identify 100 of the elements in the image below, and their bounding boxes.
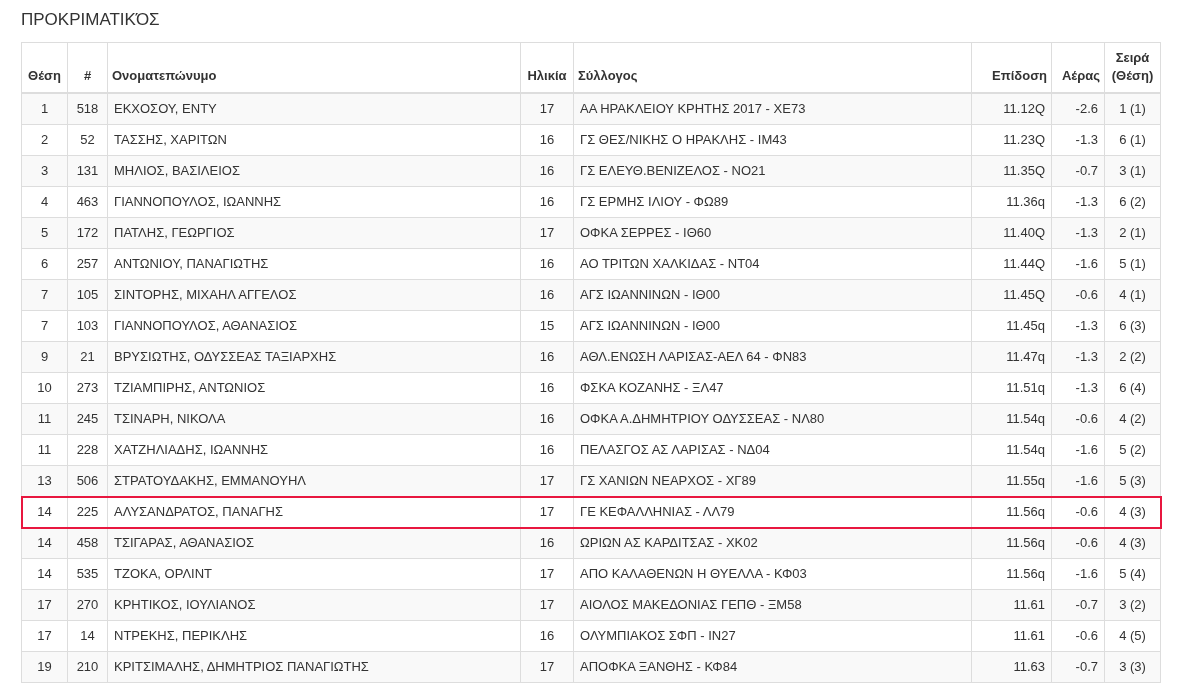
table-cell: ΜΗΛΙΟΣ, ΒΑΣΙΛΕΙΟΣ xyxy=(107,155,521,187)
table-cell: ΚΡΗΤΙΚΟΣ, ΙΟΥΛΙΑΝΟΣ xyxy=(107,589,521,621)
table-cell: 52 xyxy=(67,124,108,156)
table-cell: 11.45Q xyxy=(971,279,1052,311)
table-cell: 11.12Q xyxy=(971,93,1052,125)
table-cell: 17 xyxy=(21,620,68,652)
table-cell: 11.45q xyxy=(971,310,1052,342)
table-cell: 5 (4) xyxy=(1104,558,1161,590)
table-cell: 17 xyxy=(21,589,68,621)
table-cell: -0.6 xyxy=(1051,527,1105,559)
table-cell: 16 xyxy=(520,248,574,280)
table-cell: 11 xyxy=(21,434,68,466)
table-cell: ΣΙΝΤΟΡΗΣ, ΜΙΧΑΗΛ ΑΓΓΕΛΟΣ xyxy=(107,279,521,311)
table-cell: 11.35Q xyxy=(971,155,1052,187)
table-cell: 518 xyxy=(67,93,108,125)
page-title: ΠΡΟΚΡΙΜΑΤΙΚΌΣ xyxy=(21,9,161,31)
table-cell: 14 xyxy=(21,558,68,590)
table-cell: -0.7 xyxy=(1051,589,1105,621)
table-cell: 11.44Q xyxy=(971,248,1052,280)
table-cell: 21 xyxy=(67,341,108,373)
table-cell: -0.6 xyxy=(1051,403,1105,435)
table-cell: 11.23Q xyxy=(971,124,1052,156)
table-cell: 11.40Q xyxy=(971,217,1052,249)
table-cell: 16 xyxy=(520,155,574,187)
table-cell: ΤΖΙΑΜΠΙΡΗΣ, ΑΝΤΩΝΙΟΣ xyxy=(107,372,521,404)
table-cell: 11.63 xyxy=(971,651,1052,683)
table-cell: 6 (3) xyxy=(1104,310,1161,342)
table-cell: 17 xyxy=(520,589,574,621)
table-cell: 17 xyxy=(520,217,574,249)
table-cell: ΑΝΤΩΝΙΟΥ, ΠΑΝΑΓΙΩΤΗΣ xyxy=(107,248,521,280)
table-cell: 16 xyxy=(520,124,574,156)
table-cell: 17 xyxy=(520,651,574,683)
table-cell: ΟΛΥΜΠΙΑΚΟΣ ΣΦΠ - ΙΝ27 xyxy=(573,620,972,652)
table-cell: -1.3 xyxy=(1051,124,1105,156)
table-cell: ΤΖΟΚΑ, ΟΡΛΙΝΤ xyxy=(107,558,521,590)
table-cell: 16 xyxy=(520,527,574,559)
table-cell: 535 xyxy=(67,558,108,590)
table-cell: 16 xyxy=(520,341,574,373)
table-cell: ΑΠΟ ΚΑΛΑΘΕΝΩΝ Η ΘΥΕΛΛΑ - ΚΦ03 xyxy=(573,558,972,590)
table-cell: -1.3 xyxy=(1051,372,1105,404)
table-cell: 6 (1) xyxy=(1104,124,1161,156)
table-cell: ΤΣΙΓΑΡΑΣ, ΑΘΑΝΑΣΙΟΣ xyxy=(107,527,521,559)
table-cell: 245 xyxy=(67,403,108,435)
table-cell: ΑΓΣ ΙΩΑΝΝΙΝΩΝ - ΙΘ00 xyxy=(573,279,972,311)
table-cell: ΑΑ ΗΡΑΚΛΕΙΟΥ ΚΡΗΤΗΣ 2017 - ΧΕ73 xyxy=(573,93,972,125)
table-cell: 14 xyxy=(67,620,108,652)
table-cell: -2.6 xyxy=(1051,93,1105,125)
table-cell: 7 xyxy=(21,279,68,311)
table-cell: 9 xyxy=(21,341,68,373)
table-cell: 15 xyxy=(520,310,574,342)
table-cell: 11.61 xyxy=(971,620,1052,652)
table-cell: 19 xyxy=(21,651,68,683)
table-cell: -1.6 xyxy=(1051,248,1105,280)
table-cell: 2 xyxy=(21,124,68,156)
table-cell: 2 (2) xyxy=(1104,341,1161,373)
table-cell: 17 xyxy=(520,558,574,590)
table-cell: 273 xyxy=(67,372,108,404)
table-cell: 16 xyxy=(520,434,574,466)
table-cell: -1.6 xyxy=(1051,558,1105,590)
table-cell: -1.3 xyxy=(1051,341,1105,373)
table-cell: 11.47q xyxy=(971,341,1052,373)
table-cell: ΩΡΙΩΝ ΑΣ ΚΑΡΔΙΤΣΑΣ - ΧΚ02 xyxy=(573,527,972,559)
table-cell: ΧΑΤΖΗΛΙΑΔΗΣ, ΙΩΑΝΝΗΣ xyxy=(107,434,521,466)
table-cell: 210 xyxy=(67,651,108,683)
table-cell: 6 (2) xyxy=(1104,186,1161,218)
table-cell: -0.6 xyxy=(1051,279,1105,311)
table-cell: 17 xyxy=(520,93,574,125)
table-cell: 2 (1) xyxy=(1104,217,1161,249)
table-cell: 6 xyxy=(21,248,68,280)
table-cell: -1.6 xyxy=(1051,434,1105,466)
table-cell: ΤΣΙΝΑΡΗ, ΝΙΚΟΛΑ xyxy=(107,403,521,435)
table-cell: 11.56q xyxy=(971,527,1052,559)
table-cell: 131 xyxy=(67,155,108,187)
table-cell: 16 xyxy=(520,279,574,311)
table-cell: -0.6 xyxy=(1051,620,1105,652)
table-cell: 4 (5) xyxy=(1104,620,1161,652)
table-cell: 5 (2) xyxy=(1104,434,1161,466)
table-cell: 16 xyxy=(520,186,574,218)
table-cell: 3 (2) xyxy=(1104,589,1161,621)
table-cell: 4 (1) xyxy=(1104,279,1161,311)
table-cell: 5 xyxy=(21,217,68,249)
table-cell: 1 xyxy=(21,93,68,125)
table-cell: 257 xyxy=(67,248,108,280)
table-cell: 5 (1) xyxy=(1104,248,1161,280)
table-cell: ΚΡΙΤΣΙΜΑΛΗΣ, ΔΗΜΗΤΡΙΟΣ ΠΑΝΑΓΙΩΤΗΣ xyxy=(107,651,521,683)
table-cell: 1 (1) xyxy=(1104,93,1161,125)
table-cell: 228 xyxy=(67,434,108,466)
table-cell: 11.54q xyxy=(971,434,1052,466)
table-cell: 16 xyxy=(520,620,574,652)
table-cell: -0.7 xyxy=(1051,651,1105,683)
table-cell: 172 xyxy=(67,217,108,249)
table-cell: 4 xyxy=(21,186,68,218)
table-cell: ΟΦΚΑ ΣΕΡΡΕΣ - ΙΘ60 xyxy=(573,217,972,249)
table-cell: 4 (3) xyxy=(1104,527,1161,559)
table-cell: 270 xyxy=(67,589,108,621)
table-cell: ΦΣΚΑ ΚΟΖΑΝΗΣ - ΞΛ47 xyxy=(573,372,972,404)
table-cell: 11.61 xyxy=(971,589,1052,621)
table-cell: ΟΦΚΑ Α.ΔΗΜΗΤΡΙΟΥ ΟΔΥΣΣΕΑΣ - ΝΛ80 xyxy=(573,403,972,435)
table-cell: ΠΑΤΛΗΣ, ΓΕΩΡΓΙΟΣ xyxy=(107,217,521,249)
table-cell: 10 xyxy=(21,372,68,404)
